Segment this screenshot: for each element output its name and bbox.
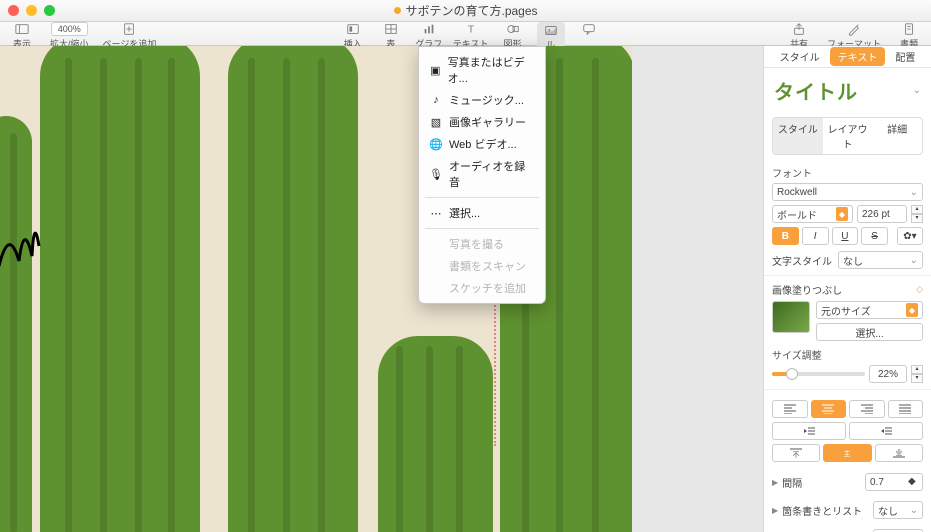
toolbar: 表示 400% 拡大/縮小 ページを追加 挿入 表 グラフ T テキスト	[0, 22, 931, 46]
subtab-style[interactable]: スタイル	[773, 118, 823, 154]
menu-record-audio[interactable]: 🎙オーディオを録音	[419, 155, 545, 193]
bullets-label: 箇条書きとリスト	[782, 503, 862, 518]
format-inspector: スタイル テキスト 配置 タイトル ⌄ スタイル レイアウト 詳細 フォント R…	[763, 46, 931, 532]
size-adjust-label: サイズ調整	[772, 347, 923, 362]
modified-indicator-icon	[393, 7, 400, 14]
horizontal-align-group	[772, 400, 923, 418]
size-adjust-slider[interactable]	[772, 372, 865, 376]
align-right-button[interactable]	[849, 400, 885, 418]
menu-separator	[425, 197, 539, 198]
gallery-icon: ▧	[429, 116, 443, 128]
font-weight-select[interactable]: ボールド◆	[772, 205, 853, 223]
bold-button[interactable]: B	[772, 227, 799, 245]
font-section-label: フォント	[772, 165, 923, 180]
pasteboard	[632, 46, 763, 532]
underline-button[interactable]: U	[832, 227, 859, 245]
photo-icon: ▣	[429, 64, 442, 76]
spacing-value-field[interactable]: 0.7◆	[865, 473, 923, 491]
bullets-select[interactable]: なし⌄	[873, 501, 923, 519]
spacing-disclosure[interactable]: ▶ 間隔 0.7◆	[764, 468, 931, 496]
font-size-stepper[interactable]: ▴▾	[911, 205, 923, 223]
music-note-icon: ♪	[429, 94, 443, 106]
font-size-field[interactable]: 226 pt	[857, 205, 907, 223]
maximize-button[interactable]	[44, 5, 55, 16]
globe-icon: 🌐	[429, 138, 443, 150]
cactus-shape	[40, 46, 200, 532]
minimize-button[interactable]	[26, 5, 37, 16]
traffic-lights	[8, 5, 55, 16]
cactus-shape	[378, 336, 493, 532]
tab-text[interactable]: テキスト	[830, 47, 886, 66]
document-canvas[interactable]	[0, 46, 763, 532]
align-center-button[interactable]	[811, 400, 847, 418]
tab-style[interactable]: スタイル	[772, 47, 828, 66]
disclosure-triangle-icon: ▶	[772, 478, 778, 487]
fill-choose-button[interactable]: 選択...	[816, 323, 923, 341]
tab-arrange[interactable]: 配置	[887, 47, 923, 66]
spacing-label: 間隔	[782, 475, 802, 490]
svg-text:T: T	[467, 24, 474, 36]
indent-button[interactable]	[849, 422, 923, 440]
menu-add-sketch: スケッチを追加	[419, 277, 545, 299]
svg-text:主: 主	[844, 449, 851, 458]
window-titlebar: サボテンの育て方.pages	[0, 0, 931, 22]
menu-take-photo: 写真を撮る	[419, 233, 545, 255]
fill-image-thumbnail[interactable]	[772, 301, 810, 333]
media-dropdown-menu: ▣写真またはビデオ... ♪ミュージック... ▧画像ギャラリー 🌐Web ビデ…	[418, 46, 546, 304]
italic-button[interactable]: I	[802, 227, 829, 245]
align-left-button[interactable]	[772, 400, 808, 418]
dropcap-row: ドロップキャップ A≡⌄	[764, 524, 931, 532]
document-title-text: サボテンの育て方.pages	[405, 2, 537, 19]
menu-scan-document: 書類をスキャン	[419, 255, 545, 277]
align-justify-button[interactable]	[888, 400, 924, 418]
text-subtabs: スタイル レイアウト 詳細	[772, 117, 923, 155]
text-options-gear[interactable]: ✿▾	[897, 227, 923, 245]
ellipsis-icon: ⋯	[429, 207, 443, 219]
paragraph-style-selector[interactable]: タイトル ⌄	[764, 68, 931, 113]
comment-button[interactable]	[575, 22, 603, 37]
inspector-tabs: スタイル テキスト 配置	[764, 46, 931, 68]
char-style-select[interactable]: なし⌄	[838, 251, 923, 269]
fill-size-mode-select[interactable]: 元のサイズ◆	[816, 301, 923, 319]
outdent-button[interactable]	[772, 422, 846, 440]
font-family-select[interactable]: Rockwell⌄	[772, 183, 923, 201]
size-adjust-value[interactable]: 22%	[869, 365, 907, 383]
image-fill-label: 画像塗りつぶし	[772, 282, 842, 297]
menu-choose[interactable]: ⋯選択...	[419, 202, 545, 224]
fill-indicator-icon: ◇	[916, 284, 923, 295]
mic-icon: 🎙	[429, 168, 443, 180]
subtab-details[interactable]: 詳細	[872, 118, 922, 154]
menu-photo-or-video[interactable]: ▣写真またはビデオ...	[419, 51, 545, 89]
char-style-label: 文字スタイル	[772, 253, 832, 268]
close-button[interactable]	[8, 5, 19, 16]
valign-middle-button[interactable]: 主	[823, 444, 871, 462]
menu-web-video[interactable]: 🌐Web ビデオ...	[419, 133, 545, 155]
menu-image-gallery[interactable]: ▧画像ギャラリー	[419, 111, 545, 133]
menu-separator	[425, 228, 539, 229]
chevron-down-icon: ⌄	[913, 85, 921, 96]
zoom-value[interactable]: 400%	[51, 22, 88, 36]
bullets-disclosure[interactable]: ▶ 箇条書きとリスト なし⌄	[764, 496, 931, 524]
cactus-shape	[228, 46, 358, 532]
scribble-shape	[0, 206, 44, 276]
disclosure-triangle-icon: ▶	[772, 506, 778, 515]
size-adjust-stepper[interactable]: ▴▾	[911, 365, 923, 383]
document-title: サボテンの育て方.pages	[393, 2, 537, 19]
paragraph-style-name: タイトル	[774, 76, 858, 105]
cactus-shape	[0, 116, 32, 532]
svg-text:不: 不	[793, 451, 800, 458]
valign-top-button[interactable]: 不	[772, 444, 820, 462]
subtab-layout[interactable]: レイアウト	[823, 118, 873, 154]
menu-music[interactable]: ♪ミュージック...	[419, 89, 545, 111]
strikethrough-button[interactable]: S	[861, 227, 888, 245]
svg-text:业: 业	[895, 448, 902, 457]
valign-bottom-button[interactable]: 业	[875, 444, 923, 462]
